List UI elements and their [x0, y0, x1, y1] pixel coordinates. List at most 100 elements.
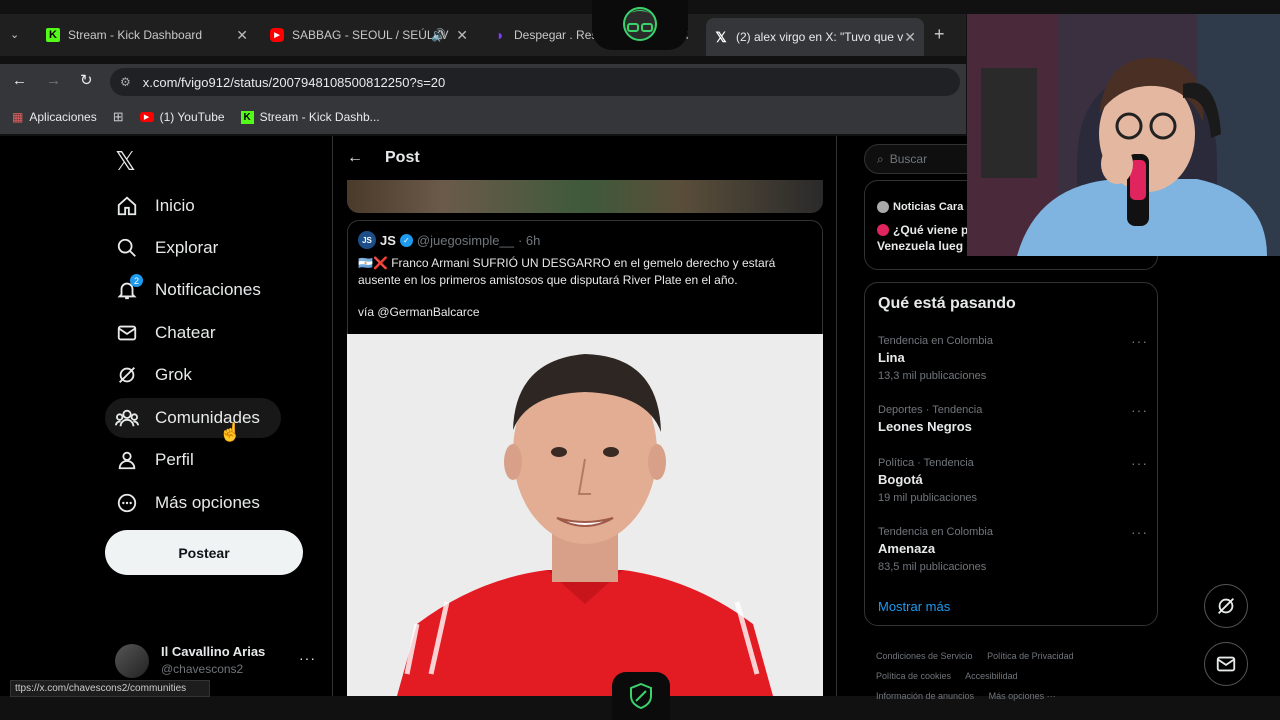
quoted-post[interactable]: JS JS ✓ @juegosimple__ · 6h 🇦🇷❌ Franco A… [347, 220, 823, 334]
footer-link[interactable]: Más opciones ··· [989, 691, 1056, 701]
post-photo[interactable] [347, 334, 823, 696]
nav-label: Notificaciones [155, 280, 261, 299]
post-media-top[interactable] [347, 180, 823, 213]
quote-handle: @juegosimple__ [416, 232, 514, 248]
trend-item[interactable]: Tendencia en Colombia Amenaza 83,5 mil p… [878, 524, 1148, 573]
close-icon[interactable]: ✕ [904, 29, 916, 46]
news-title: Noticias Cara [893, 201, 964, 213]
show-more-link[interactable]: Mostrar más [878, 599, 950, 614]
news-line: ¿Qué viene p [893, 223, 969, 237]
quoted-post-header: JS JS ✓ @juegosimple__ · 6h [358, 231, 812, 249]
bookmark-grid[interactable]: ⊞ [113, 109, 124, 125]
bookmark-apps[interactable]: ▦ Aplicaciones [12, 110, 97, 124]
search-icon [115, 236, 139, 260]
trend-count: 13,3 mil publicaciones [878, 370, 987, 382]
trend-item[interactable]: Política · Tendencia Bogotá 19 mil publi… [878, 455, 1148, 504]
trend-name: Lina [878, 350, 905, 365]
footer-links: Condiciones de Servicio Política de Priv… [876, 646, 1156, 706]
post-column: ← Post JS JS ✓ @juegosimple__ · 6h 🇦🇷❌ F… [332, 136, 837, 696]
browser-toolbar: ← → ↻ ⚙ x.com/fvigo912/status/2007948108… [0, 64, 966, 100]
trend-more-icon[interactable]: ··· [1131, 333, 1148, 349]
streamer-logo-notch [592, 0, 688, 50]
reload-icon[interactable]: ↻ [80, 71, 93, 89]
search-icon: ⌕ [877, 151, 884, 166]
player-photo-illustration [347, 334, 823, 696]
address-bar[interactable]: ⚙ x.com/fvigo912/status/2007948108500812… [110, 68, 960, 96]
streamer-webcam-illustration [967, 14, 1280, 256]
account-name: Il Cavallino Arias [161, 644, 266, 659]
quote-via: vía @GermanBalcarce [358, 305, 480, 319]
speaker-icon[interactable]: 🔊 [431, 28, 446, 42]
apps-grid-icon: ▦ [12, 110, 24, 124]
trend-item[interactable]: Tendencia en Colombia Lina 13,3 mil publ… [878, 333, 1148, 382]
hand-cursor-icon: ☝ [219, 422, 242, 442]
trend-name: Amenaza [878, 541, 936, 556]
bookmark-label: Stream - Kick Dashb... [259, 110, 380, 124]
trend-context: Tendencia en Colombia [878, 335, 993, 347]
trend-name: Leones Negros [878, 419, 972, 434]
account-more-icon[interactable]: ··· [299, 650, 316, 666]
youtube-icon: ▶ [270, 28, 284, 42]
trend-context: Tendencia en Colombia [878, 526, 993, 538]
trend-more-icon[interactable]: ··· [1131, 455, 1148, 471]
footer-link[interactable]: Condiciones de Servicio [876, 651, 973, 661]
trend-context: Política · Tendencia [878, 457, 974, 469]
grok-float-button[interactable] [1204, 584, 1248, 628]
nav-item-inicio[interactable]: Inicio [105, 186, 195, 226]
trend-count: 19 mil publicaciones [878, 492, 978, 504]
account-switcher[interactable]: Il Cavallino Arias @chavescons2 ··· [115, 640, 315, 680]
tab-label: Stream - Kick Dashboard [68, 28, 203, 42]
nav-item-perfil[interactable]: Perfil [105, 440, 194, 480]
bookmark-kick[interactable]: K Stream - Kick Dashb... [240, 110, 380, 124]
bookmark-label: Aplicaciones [29, 110, 97, 124]
site-info-icon[interactable]: ⚙ [120, 75, 131, 89]
x-logo-icon[interactable]: 𝕏 [115, 146, 136, 177]
bell-icon: 2 [115, 274, 143, 302]
footer-link[interactable]: Información de anuncios [876, 691, 974, 701]
shield-icon [630, 683, 652, 709]
nav-label: Chatear [155, 323, 216, 342]
avatar: JS [358, 231, 376, 249]
trend-more-icon[interactable]: ··· [1131, 402, 1148, 418]
notification-badge: 2 [130, 274, 143, 287]
home-icon [115, 194, 139, 218]
close-icon[interactable]: ✕ [456, 27, 468, 44]
tab-kick-dashboard[interactable]: K Stream - Kick Dashboard ✕ [38, 20, 256, 50]
communities-icon [115, 406, 139, 430]
nav-item-grok[interactable]: Grok [105, 355, 192, 395]
new-tab-button[interactable]: + [934, 24, 945, 45]
news-source-icon [877, 201, 889, 213]
forward-icon[interactable]: → [46, 72, 61, 89]
nav-item-chatear[interactable]: Chatear [105, 313, 215, 353]
trend-more-icon[interactable]: ··· [1131, 524, 1148, 540]
back-icon[interactable]: ← [12, 72, 27, 89]
tab-youtube[interactable]: ▶ SABBAG - SEOUL / SEÚL (V 🔊 ✕ [262, 20, 476, 50]
nav-label: Comunidades [155, 408, 260, 427]
trend-name: Bogotá [878, 472, 923, 487]
messages-float-button[interactable] [1204, 642, 1248, 686]
nav-item-notificaciones[interactable]: 2 Notificaciones [105, 270, 261, 310]
avatar [115, 644, 149, 678]
account-handle: @chavescons2 [161, 662, 244, 676]
nav-item-mas-opciones[interactable]: Más opciones [105, 483, 260, 523]
url-text: x.com/fvigo912/status/200794810850081225… [142, 74, 446, 90]
link-status-bar: ttps://x.com/chavescons2/communities [10, 680, 210, 697]
browser-tab-bar: ⌄ K Stream - Kick Dashboard ✕ ▶ SABBAG -… [0, 14, 966, 56]
footer-link[interactable]: Accesibilidad [965, 671, 1018, 681]
grok-icon [115, 363, 139, 387]
webcam-overlay [967, 14, 1280, 256]
close-icon[interactable]: ✕ [236, 27, 248, 44]
trends-title: Qué está pasando [878, 295, 1016, 312]
post-button[interactable]: Postear [105, 530, 303, 575]
bookmark-youtube[interactable]: ▶ (1) YouTube [139, 110, 225, 124]
nav-item-explorar[interactable]: Explorar [105, 228, 218, 268]
trend-item[interactable]: Deportes · Tendencia Leones Negros ··· [878, 402, 1148, 434]
back-arrow-icon[interactable]: ← [347, 149, 363, 167]
grok-icon [1218, 598, 1234, 614]
tab-x-post[interactable]: 𝕏 (2) alex virgo en X: "Tuvo que v ✕ [706, 18, 924, 56]
post-header-title: Post [385, 149, 420, 166]
trend-count: 83,5 mil publicaciones [878, 561, 987, 573]
tab-search-chevron-icon[interactable]: ⌄ [10, 28, 19, 41]
footer-link[interactable]: Política de Privacidad [987, 651, 1074, 661]
footer-link[interactable]: Política de cookies [876, 671, 951, 681]
